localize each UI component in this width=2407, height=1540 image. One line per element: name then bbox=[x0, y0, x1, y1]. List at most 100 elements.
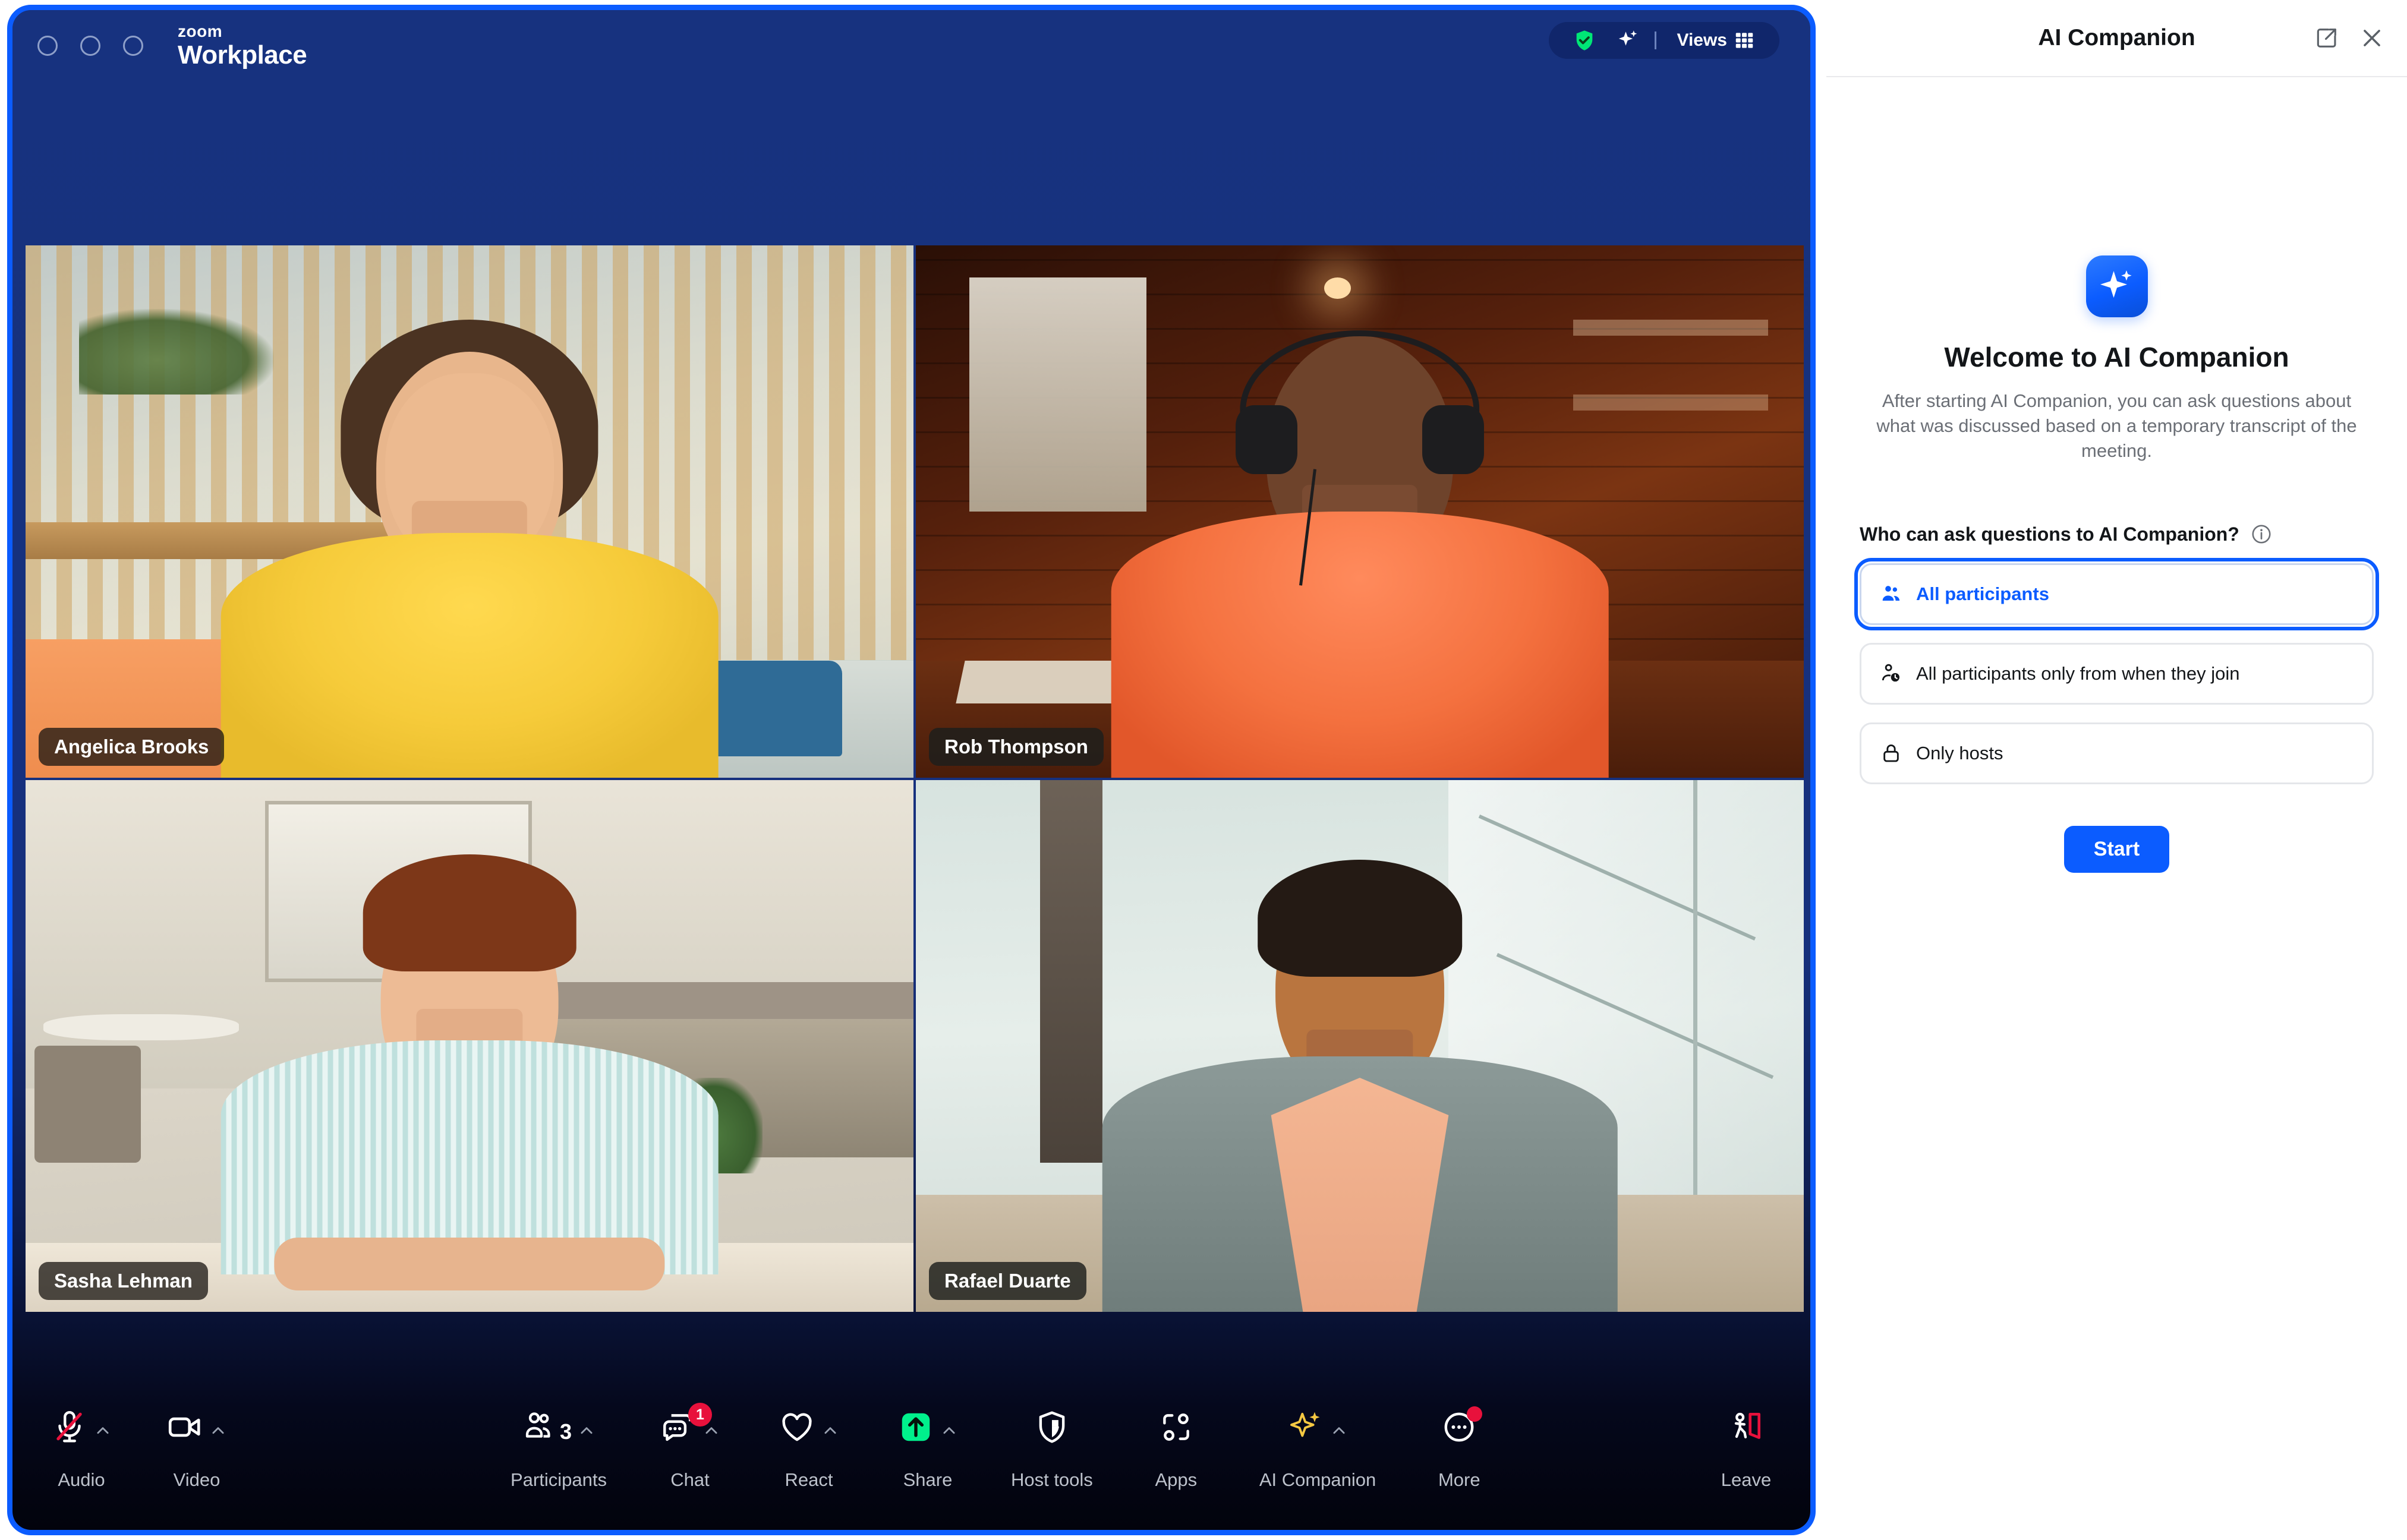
person-clock-icon bbox=[1882, 664, 1899, 682]
chevron-up-icon[interactable] bbox=[209, 1422, 227, 1440]
video-tile-rafael-duarte[interactable]: Rafael Duarte bbox=[916, 780, 1804, 1312]
option-all-participants[interactable]: All participants bbox=[1854, 558, 2379, 631]
chevron-up-icon[interactable] bbox=[578, 1422, 596, 1440]
participants-icon bbox=[525, 1412, 550, 1438]
start-button[interactable]: Start bbox=[2063, 826, 2170, 873]
video-tile-angelica-brooks[interactable]: Angelica Brooks bbox=[26, 245, 913, 778]
video-feed bbox=[26, 780, 913, 1312]
toolbar-chat-button[interactable]: 1 Chat bbox=[654, 1392, 726, 1491]
camera-icon bbox=[168, 1417, 200, 1437]
minimize-window-button[interactable] bbox=[80, 36, 100, 56]
toolbar-participants-button[interactable]: 3 Participants bbox=[511, 1392, 607, 1491]
more-notification-dot bbox=[1467, 1406, 1483, 1422]
meeting-toolbar: Audio Video 3 Participants 1 Chat React … bbox=[12, 1392, 1810, 1530]
toolbar-label: Chat bbox=[670, 1469, 710, 1490]
option-participants-from-join[interactable]: All participants only from when they joi… bbox=[1860, 643, 2374, 705]
toolbar-video-button[interactable]: Video bbox=[161, 1392, 232, 1491]
participant-name-label: Rob Thompson bbox=[929, 727, 1104, 766]
toolbar-apps-button[interactable]: Apps bbox=[1141, 1392, 1212, 1491]
chevron-up-icon[interactable] bbox=[940, 1422, 958, 1440]
toolbar-label: React bbox=[785, 1469, 833, 1490]
option-label: All participants only from when they joi… bbox=[1916, 663, 2240, 684]
leave-door-icon bbox=[1734, 1412, 1761, 1439]
people-icon bbox=[1882, 586, 1900, 601]
info-icon[interactable] bbox=[2250, 523, 2273, 545]
screen: zoom Workplace Views Angelica Brooks Rob… bbox=[0, 0, 2407, 1540]
ai-companion-panel: AI Companion Welcome to AI Companion Aft… bbox=[1826, 0, 2407, 1540]
ai-panel-header: AI Companion bbox=[1826, 0, 2407, 77]
option-label: Only hosts bbox=[1916, 743, 2003, 764]
toolbar-label: Leave bbox=[1721, 1469, 1772, 1490]
toolbar-label: Host tools bbox=[1010, 1469, 1093, 1490]
brand-zoom-text: zoom bbox=[178, 22, 223, 40]
chevron-up-icon[interactable] bbox=[1330, 1422, 1348, 1440]
chat-unread-badge: 1 bbox=[688, 1403, 712, 1427]
participants-count: 3 bbox=[559, 1419, 572, 1444]
brand-workplace-text: Workplace bbox=[178, 40, 307, 70]
ai-panel-title: AI Companion bbox=[2038, 25, 2195, 51]
participant-name-label: Angelica Brooks bbox=[39, 727, 225, 766]
mic-muted-icon bbox=[56, 1411, 82, 1443]
video-feed bbox=[26, 245, 913, 778]
toolbar-label: Audio bbox=[58, 1469, 105, 1490]
title-bar: zoom Workplace Views bbox=[12, 10, 1810, 81]
close-panel-button[interactable] bbox=[2358, 24, 2386, 52]
meeting-window-content: zoom Workplace Views Angelica Brooks Rob… bbox=[12, 10, 1810, 1530]
toolbar-label: AI Companion bbox=[1259, 1469, 1376, 1490]
pop-out-icon bbox=[2317, 29, 2336, 48]
toolbar-label: Video bbox=[173, 1469, 220, 1490]
permission-question-label: Who can ask questions to AI Companion? bbox=[1860, 523, 2239, 545]
lock-icon bbox=[1883, 744, 1899, 762]
ai-panel-body: Welcome to AI Companion After starting A… bbox=[1826, 77, 2407, 873]
toolbar-more-button[interactable]: More bbox=[1423, 1392, 1495, 1491]
close-icon bbox=[2364, 30, 2380, 46]
close-window-button[interactable] bbox=[37, 36, 58, 56]
ai-companion-pill-button[interactable] bbox=[1606, 22, 1650, 59]
ai-sparkle-icon bbox=[2100, 270, 2132, 298]
sparkle-gold-icon bbox=[1290, 1412, 1320, 1437]
toolbar-leave-button[interactable]: Leave bbox=[1710, 1392, 1782, 1491]
chevron-up-icon[interactable] bbox=[821, 1422, 839, 1440]
meeting-window: zoom Workplace Views Angelica Brooks Rob… bbox=[7, 5, 1816, 1535]
window-controls[interactable] bbox=[37, 36, 143, 56]
toolbar-label: Apps bbox=[1155, 1469, 1198, 1490]
pop-out-button[interactable] bbox=[2313, 24, 2340, 52]
welcome-title: Welcome to AI Companion bbox=[1944, 342, 2289, 373]
option-only-hosts[interactable]: Only hosts bbox=[1860, 722, 2374, 785]
toolbar-share-button[interactable]: Share bbox=[892, 1392, 963, 1491]
toolbar-label: Participants bbox=[511, 1469, 607, 1490]
option-label: All participants bbox=[1916, 583, 2049, 605]
shield-check-icon bbox=[1577, 30, 1593, 51]
views-label: Views bbox=[1677, 30, 1727, 50]
grid-icon bbox=[1735, 33, 1753, 48]
shield-icon bbox=[1039, 1411, 1065, 1443]
heart-icon bbox=[782, 1413, 812, 1441]
welcome-description: After starting AI Companion, you can ask… bbox=[1876, 390, 2357, 462]
toolbar-label: Share bbox=[903, 1469, 953, 1490]
chevron-up-icon[interactable] bbox=[94, 1422, 112, 1440]
video-feed bbox=[916, 780, 1804, 1312]
toolbar-ai-companion-button[interactable]: AI Companion bbox=[1259, 1392, 1376, 1491]
sparkle-icon bbox=[1619, 30, 1637, 46]
toolbar-host-tools-button[interactable]: Host tools bbox=[1011, 1392, 1093, 1491]
video-feed bbox=[916, 245, 1804, 778]
maximize-window-button[interactable] bbox=[123, 36, 143, 56]
video-grid: Angelica Brooks Rob Thompson Sasha Lehma… bbox=[26, 245, 1804, 1312]
video-tile-sasha-lehman[interactable]: Sasha Lehman bbox=[26, 780, 913, 1312]
views-button[interactable]: Views bbox=[1661, 22, 1765, 59]
toolbar-label: More bbox=[1438, 1469, 1480, 1490]
pill-divider bbox=[1655, 31, 1657, 49]
share-screen-icon bbox=[902, 1413, 930, 1441]
zoom-workplace-logo: zoom Workplace bbox=[178, 23, 307, 68]
meeting-status-pill: Views bbox=[1549, 22, 1779, 59]
toolbar-audio-button[interactable]: Audio bbox=[46, 1392, 117, 1491]
ai-companion-logo bbox=[2085, 255, 2148, 317]
participant-name-label: Rafael Duarte bbox=[929, 1262, 1086, 1300]
participant-name-label: Sasha Lehman bbox=[39, 1262, 208, 1300]
ai-panel-header-actions bbox=[2313, 24, 2386, 52]
apps-icon bbox=[1162, 1413, 1189, 1441]
security-button[interactable] bbox=[1563, 22, 1606, 59]
video-tile-rob-thompson[interactable]: Rob Thompson bbox=[916, 245, 1804, 778]
permission-options-list: All participants All participants only f… bbox=[1854, 558, 2379, 785]
toolbar-react-button[interactable]: React bbox=[773, 1392, 845, 1491]
